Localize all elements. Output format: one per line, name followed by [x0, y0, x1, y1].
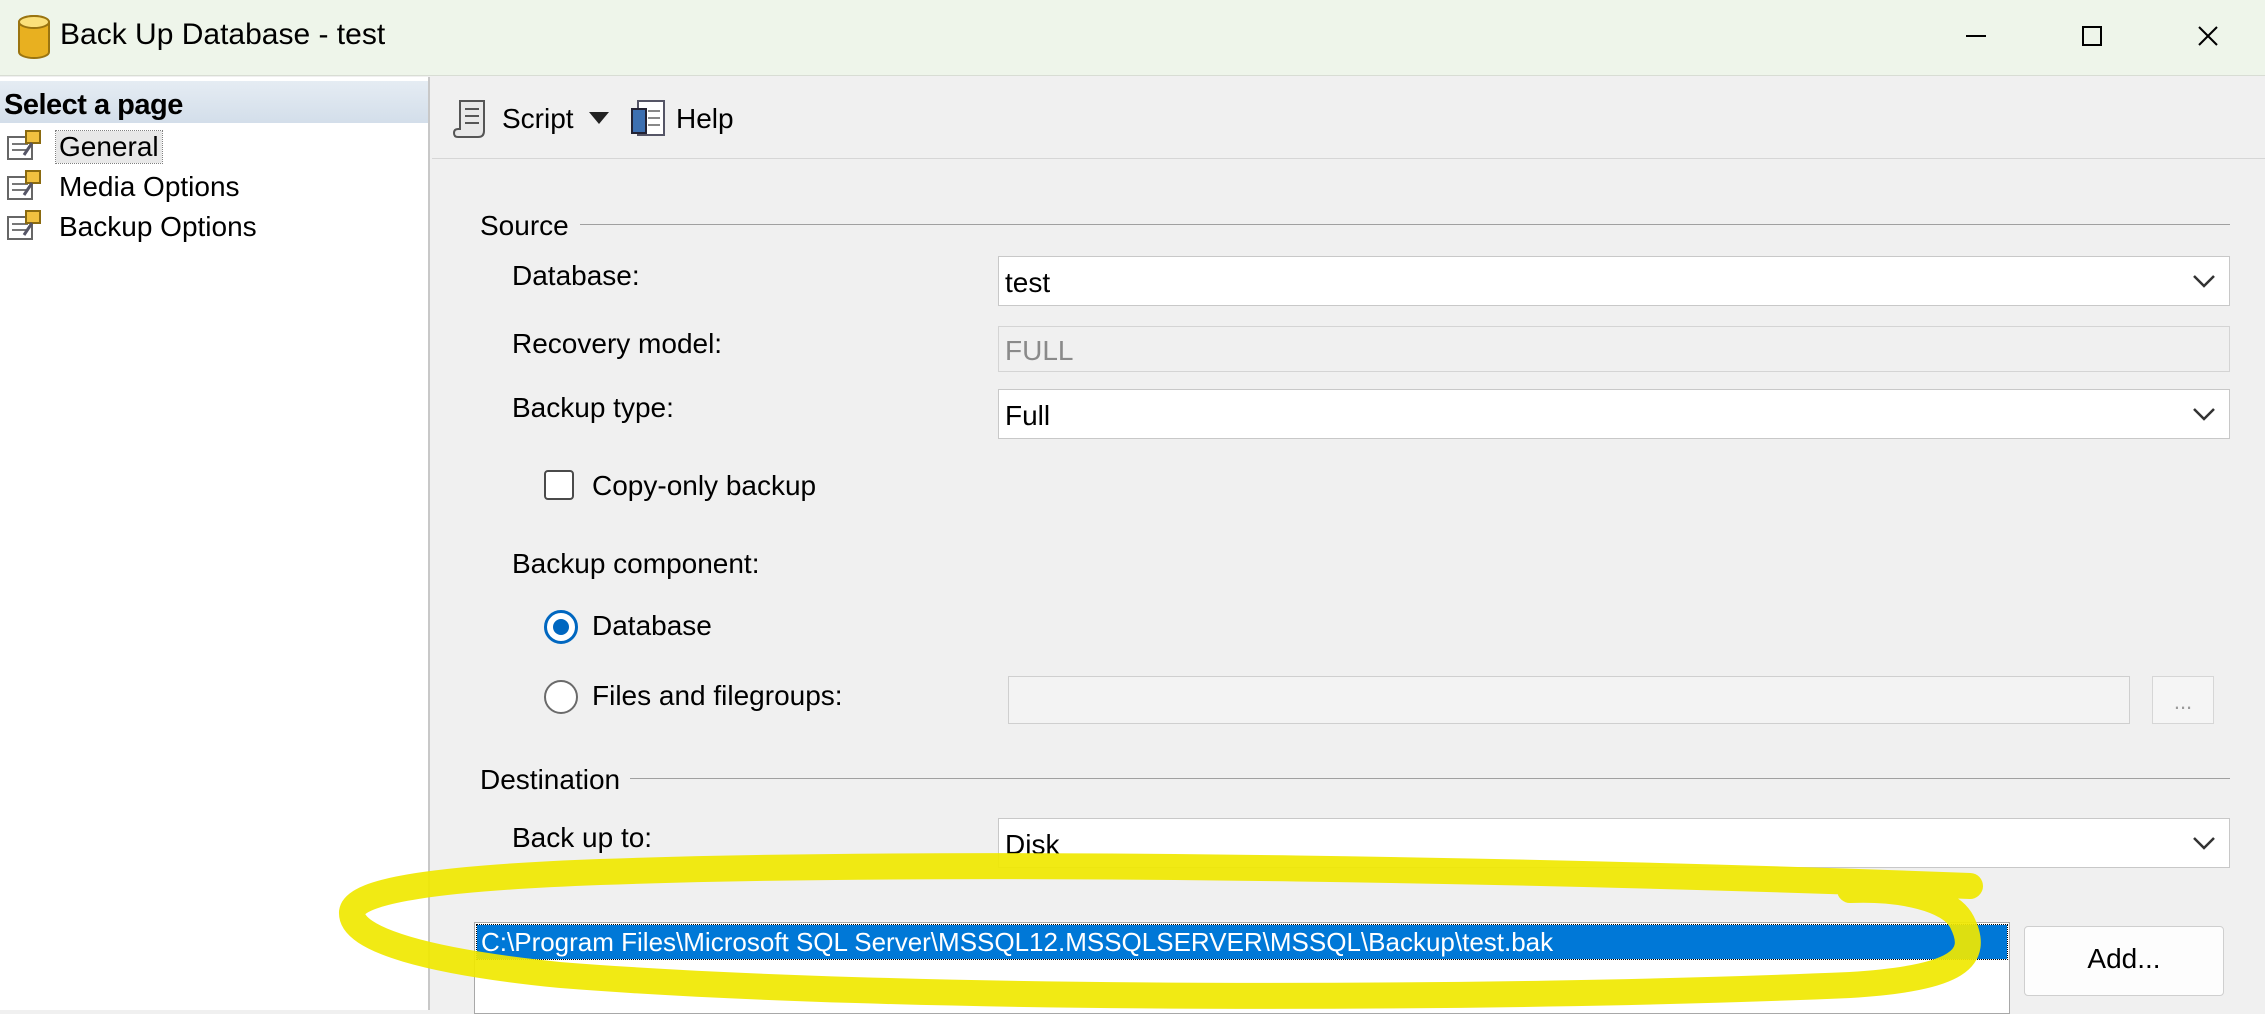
- page-selector-pane: Select a page General Media Options Back…: [0, 77, 430, 1010]
- backup-component-label: Backup component:: [512, 548, 760, 579]
- page-properties-icon: [7, 170, 41, 200]
- database-combo[interactable]: test: [998, 256, 2230, 306]
- component-files-radio[interactable]: [544, 680, 578, 714]
- backup-type-label: Backup type:: [512, 392, 674, 423]
- maximize-icon: [2082, 26, 2102, 46]
- help-icon: [631, 100, 665, 136]
- copy-only-label: Copy-only backup: [592, 470, 817, 501]
- recovery-model-field: FULL: [998, 326, 2230, 372]
- page-label-media-options: Media Options: [59, 171, 240, 202]
- close-button[interactable]: [2150, 0, 2265, 72]
- recovery-model-label: Recovery model:: [512, 328, 723, 359]
- chevron-down-icon: [2193, 408, 2215, 421]
- database-icon: [18, 15, 50, 59]
- database-label: Database:: [512, 260, 640, 291]
- minimize-icon: [1966, 35, 1986, 37]
- select-page-header: Select a page: [0, 81, 428, 123]
- title-bar: Back Up Database - test: [0, 0, 2265, 76]
- filegroups-browse-button: ...: [2152, 676, 2214, 724]
- page-item-backup-options[interactable]: Backup Options: [0, 205, 428, 245]
- filegroups-field: [1008, 676, 2130, 724]
- toolbar: Script Help: [432, 77, 2265, 159]
- component-files-label: Files and filegroups:: [592, 680, 843, 711]
- database-value: test: [1005, 267, 1051, 298]
- add-destination-button[interactable]: Add...: [2024, 926, 2224, 996]
- back-up-to-label: Back up to:: [512, 822, 653, 853]
- help-button[interactable]: Help: [628, 97, 738, 141]
- component-database-label: Database: [592, 610, 712, 641]
- destination-group-divider: [630, 778, 2230, 779]
- script-button[interactable]: Script: [450, 97, 580, 141]
- script-label: Script: [502, 103, 574, 134]
- page-properties-icon: [7, 210, 41, 240]
- page-label-general: General: [55, 130, 163, 164]
- help-label: Help: [676, 103, 734, 134]
- page-label-backup-options: Backup Options: [59, 211, 257, 242]
- general-page-content: Source Database: test Recovery model: FU…: [432, 160, 2265, 1014]
- destination-path-item[interactable]: C:\Program Files\Microsoft SQL Server\MS…: [476, 924, 2008, 960]
- back-up-to-value: Disk: [1005, 829, 1060, 860]
- maximize-button[interactable]: [2034, 0, 2150, 72]
- destination-paths-list[interactable]: C:\Program Files\Microsoft SQL Server\MS…: [474, 922, 2010, 1014]
- component-database-radio[interactable]: [544, 610, 578, 644]
- dropdown-arrow-icon[interactable]: [588, 111, 610, 125]
- recovery-model-value: FULL: [1005, 335, 1074, 366]
- minimize-button[interactable]: [1918, 0, 2034, 72]
- chevron-down-icon: [2193, 837, 2215, 850]
- script-icon: [452, 100, 485, 138]
- backup-type-value: Full: [1005, 400, 1051, 431]
- chevron-down-icon: [2193, 275, 2215, 288]
- close-icon: [2198, 26, 2218, 46]
- window-title: Back Up Database - test: [60, 18, 386, 51]
- destination-group-title: Destination: [480, 764, 621, 795]
- page-item-general[interactable]: General: [0, 125, 428, 165]
- copy-only-checkbox[interactable]: [544, 470, 574, 500]
- page-item-media-options[interactable]: Media Options: [0, 165, 428, 205]
- page-properties-icon: [7, 130, 41, 160]
- backup-type-combo[interactable]: Full: [998, 389, 2230, 439]
- back-up-to-combo[interactable]: Disk: [998, 818, 2230, 868]
- source-group-title: Source: [480, 210, 569, 241]
- source-group-divider: [580, 224, 2230, 225]
